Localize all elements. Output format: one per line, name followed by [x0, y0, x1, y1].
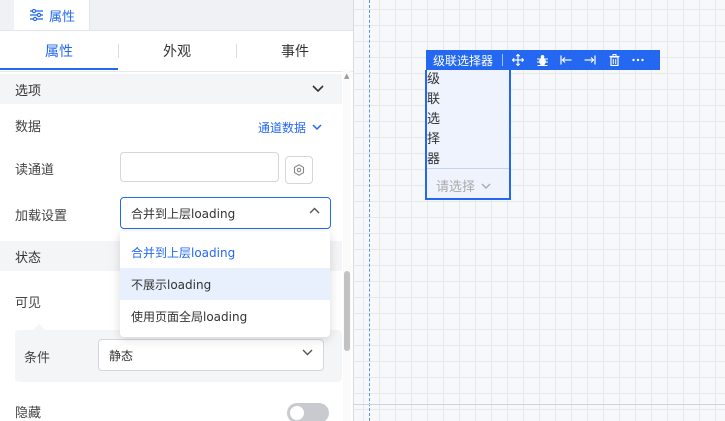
condition-select[interactable]: 静态	[98, 339, 324, 371]
component-label-char: 器	[427, 152, 441, 167]
condition-label: 条件	[24, 351, 51, 366]
component-divider	[427, 168, 509, 169]
data-source-select[interactable]: 通道数据	[258, 119, 322, 136]
gear-icon	[293, 164, 305, 176]
panel-tab-label: 属性	[49, 9, 76, 25]
channel-settings-button[interactable]	[285, 156, 313, 184]
more-icon[interactable]	[631, 53, 645, 67]
dropdown-option-merge-loading[interactable]: 合并到上层loading	[120, 236, 330, 268]
component-label-char: 级	[427, 72, 441, 87]
panel-scrollbar-track[interactable]	[343, 70, 351, 421]
chevron-up-icon	[309, 207, 320, 214]
loading-settings-select[interactable]: 合并到上层loading	[120, 197, 331, 229]
loading-options-dropdown: 合并到上层loading 不展示loading 使用页面全局loading	[120, 231, 330, 337]
loading-settings-label: 加载设置	[15, 209, 68, 224]
tab-properties[interactable]: 属性	[0, 31, 118, 71]
tab-appearance[interactable]: 外观	[118, 31, 236, 71]
move-icon[interactable]	[511, 53, 525, 67]
toolbar-separator	[502, 54, 504, 66]
data-label: 数据	[15, 120, 42, 135]
dropdown-option-no-loading[interactable]: 不展示loading	[120, 268, 330, 300]
loading-settings-value: 合并到上层loading	[131, 206, 236, 221]
bug-icon[interactable]	[535, 53, 549, 67]
panel-tabbar: 属性	[0, 0, 354, 31]
align-right-icon[interactable]	[583, 53, 597, 67]
component-label-char: 联	[427, 92, 441, 107]
cascader-placeholder[interactable]: 请选择	[436, 176, 491, 195]
placeholder-text: 请选择	[436, 180, 476, 195]
component-label-char: 选	[427, 112, 441, 127]
component-toolbar: 级联选择器	[426, 50, 660, 70]
property-panel: 属性 属性 外观 事件 选项 数据 通道数据 读通道 加载设置 合并到上层loa…	[0, 0, 354, 421]
hidden-label: 隐藏	[15, 406, 42, 421]
chevron-down-icon	[312, 124, 322, 131]
trash-icon[interactable]	[607, 53, 621, 67]
property-subtabs: 属性 外观 事件	[0, 31, 354, 72]
canvas-bottom-edge	[354, 404, 725, 405]
chevron-down-icon	[312, 85, 324, 93]
data-source-value: 通道数据	[257, 121, 306, 135]
read-channel-label: 读通道	[15, 163, 55, 178]
dropdown-option-global-loading[interactable]: 使用页面全局loading	[120, 300, 330, 332]
align-left-icon[interactable]	[559, 53, 573, 67]
chevron-down-icon	[302, 349, 313, 356]
active-tab-indicator	[0, 68, 118, 70]
cascader-component[interactable]: 级 联 选 择 器 请选择	[425, 70, 511, 200]
scroll-up-arrow-icon[interactable]: ▲	[344, 72, 349, 80]
chevron-down-icon	[481, 183, 491, 189]
component-label-char: 择	[427, 132, 441, 147]
panel-scrollbar-thumb[interactable]	[344, 271, 350, 351]
canvas-boundary	[369, 0, 370, 421]
section-title: 选项	[15, 83, 42, 99]
component-name: 级联选择器	[433, 53, 494, 68]
section-options-header[interactable]: 选项	[0, 74, 342, 104]
section-title: 状态	[15, 250, 42, 266]
panel-tab-properties[interactable]: 属性	[14, 0, 91, 30]
condition-value: 静态	[109, 348, 134, 363]
visible-label: 可见	[15, 296, 42, 311]
tab-events[interactable]: 事件	[236, 31, 354, 71]
settings-sliders-icon	[30, 9, 43, 21]
read-channel-input[interactable]	[120, 152, 279, 182]
hidden-toggle[interactable]	[287, 403, 329, 421]
component-label: 级 联 选 择 器	[427, 70, 442, 170]
